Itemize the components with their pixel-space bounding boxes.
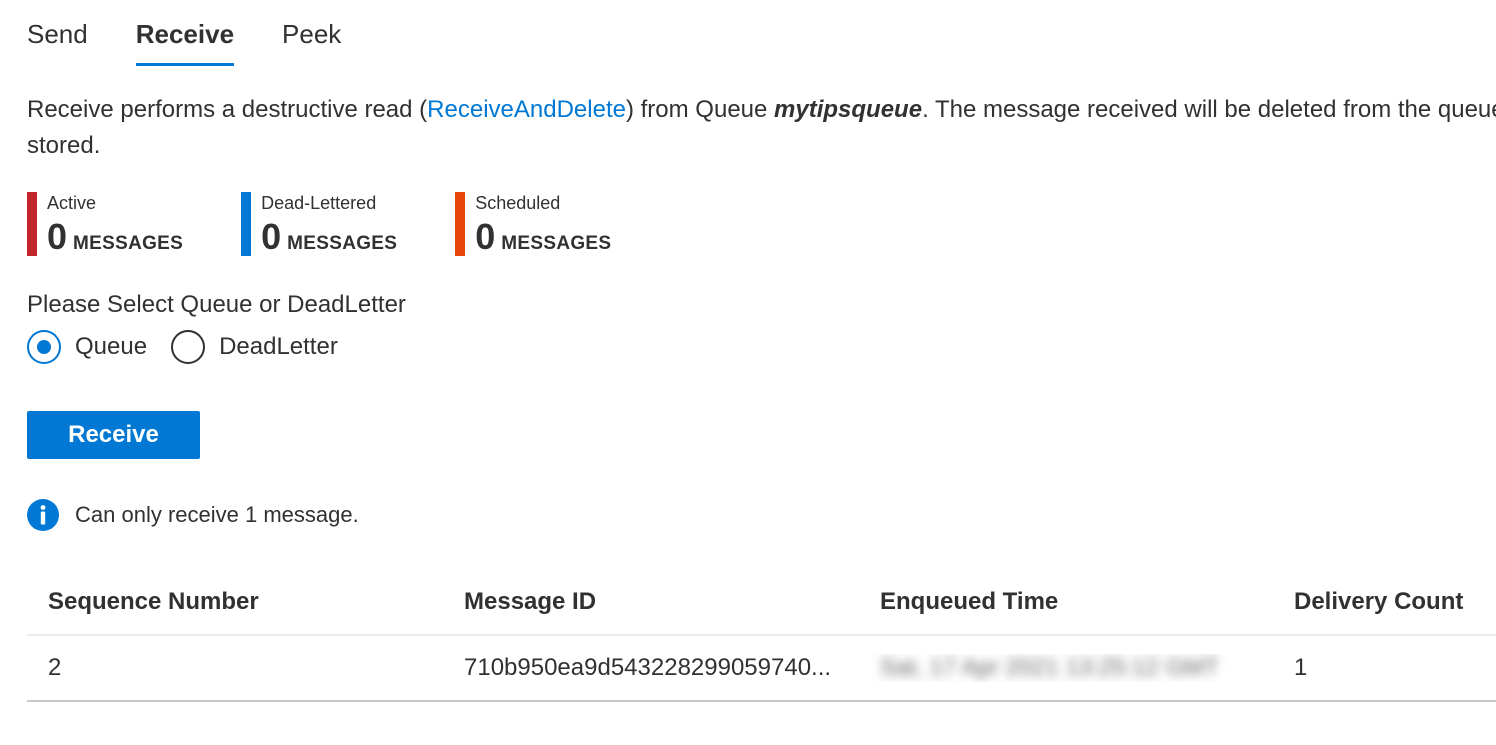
scheduled-count-value: 0 bbox=[475, 216, 496, 257]
dead-lettered-count: Dead-Lettered 0 MESSAGES bbox=[241, 192, 397, 256]
radio-deadletter[interactable]: DeadLetter bbox=[171, 330, 338, 364]
active-count-label: Active bbox=[47, 193, 97, 213]
info-icon bbox=[27, 499, 59, 531]
active-indicator-bar bbox=[27, 192, 37, 256]
column-header-message-id[interactable]: Message ID bbox=[443, 588, 859, 616]
table-row[interactable]: 2 710b950ea9d543228299059740... Sat, 17 … bbox=[27, 636, 1496, 702]
radio-deadletter-circle[interactable] bbox=[171, 330, 206, 364]
scheduled-indicator-bar bbox=[455, 192, 466, 256]
scheduled-count: Scheduled 0 MESSAGES bbox=[455, 192, 611, 256]
column-header-sequence-number[interactable]: Sequence Number bbox=[27, 588, 443, 616]
active-count-unit: MESSAGES bbox=[73, 233, 184, 254]
queue-name: mytipsqueue bbox=[774, 96, 923, 123]
radio-queue-label[interactable]: Queue bbox=[75, 333, 147, 361]
tab-send[interactable]: Send bbox=[27, 14, 88, 66]
scheduled-count-unit: MESSAGES bbox=[501, 233, 612, 254]
receive-description: Receive performs a destructive read (Rec… bbox=[27, 92, 1496, 164]
description-prefix: Receive performs a destructive read ( bbox=[27, 96, 428, 123]
column-header-delivery-count[interactable]: Delivery Count bbox=[1273, 588, 1496, 616]
receive-button[interactable]: Receive bbox=[27, 411, 200, 459]
table-header: Sequence Number Message ID Enqueued Time… bbox=[27, 570, 1496, 636]
messages-table: Sequence Number Message ID Enqueued Time… bbox=[27, 570, 1496, 702]
enqueued-time-value: Sat, 17 Apr 2021 13:25:12 GMT bbox=[880, 654, 1219, 681]
description-line2: stored. bbox=[27, 132, 101, 159]
info-text: Can only receive 1 message. bbox=[75, 502, 359, 527]
description-suffix: . The message received will be deleted f… bbox=[922, 96, 1496, 123]
radio-deadletter-label[interactable]: DeadLetter bbox=[219, 333, 338, 361]
dead-lettered-count-value: 0 bbox=[261, 216, 282, 257]
description-middle: ) from Queue bbox=[625, 96, 775, 123]
receive-and-delete-link[interactable]: ReceiveAndDelete bbox=[427, 96, 626, 123]
active-count-value: 0 bbox=[47, 216, 68, 257]
cell-sequence-number: 2 bbox=[48, 654, 62, 681]
cell-message-id: 710b950ea9d543228299059740... bbox=[464, 654, 832, 681]
queue-select-label: Please Select Queue or DeadLetter bbox=[27, 291, 406, 318]
scheduled-count-label: Scheduled bbox=[475, 193, 561, 213]
message-counts: Active 0 MESSAGES Dead-Lettered 0 MESSAG… bbox=[27, 192, 669, 256]
active-count: Active 0 MESSAGES bbox=[27, 192, 183, 256]
cell-delivery-count: 1 bbox=[1294, 654, 1308, 681]
dead-lettered-count-label: Dead-Lettered bbox=[261, 193, 377, 213]
info-message: Can only receive 1 message. bbox=[27, 499, 359, 531]
tab-receive[interactable]: Receive bbox=[135, 14, 235, 66]
tab-bar: Send Receive Peek bbox=[27, 14, 389, 66]
column-header-enqueued-time[interactable]: Enqueued Time bbox=[859, 588, 1273, 616]
radio-queue[interactable]: Queue bbox=[27, 330, 147, 364]
dead-lettered-count-unit: MESSAGES bbox=[287, 233, 398, 254]
tab-peek[interactable]: Peek bbox=[282, 14, 341, 66]
queue-radio-group: Queue DeadLetter bbox=[27, 330, 362, 364]
dead-lettered-indicator-bar bbox=[241, 192, 252, 256]
radio-queue-circle[interactable] bbox=[27, 330, 61, 364]
cell-enqueued-time: Sat, 17 Apr 2021 13:25:12 GMT bbox=[859, 654, 1273, 682]
